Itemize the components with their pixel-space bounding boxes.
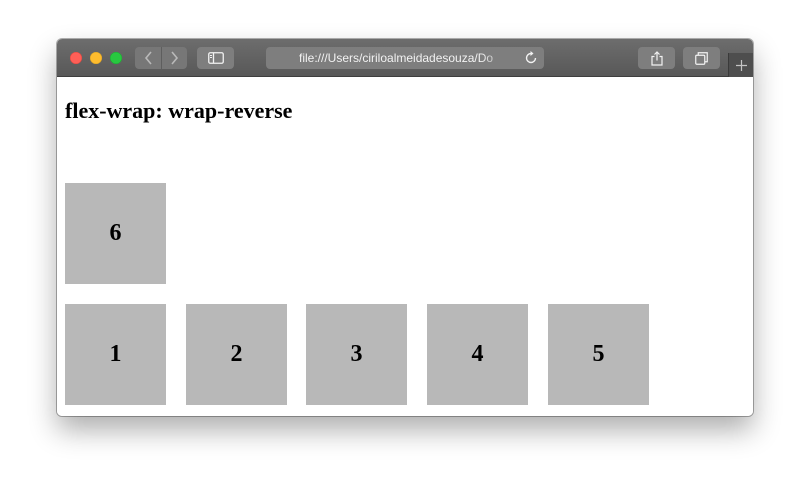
browser-window: file:///Users/ciriloalmeidadesouza/Do fl… <box>57 39 753 416</box>
new-tab-button[interactable] <box>728 53 753 77</box>
zoom-window-button[interactable] <box>110 52 122 64</box>
sidebar-button[interactable] <box>197 47 234 69</box>
flex-item-1: 1 <box>65 304 166 405</box>
tabs-overview-icon <box>695 51 708 65</box>
flex-item-3: 3 <box>306 304 407 405</box>
sidebar-icon <box>207 52 224 64</box>
minimize-window-button[interactable] <box>90 52 102 64</box>
plus-icon <box>735 59 747 71</box>
address-bar[interactable]: file:///Users/ciriloalmeidadesouza/Do <box>266 47 544 69</box>
browser-toolbar: file:///Users/ciriloalmeidadesouza/Do <box>57 39 753 77</box>
back-button[interactable] <box>135 47 161 69</box>
back-icon <box>144 51 152 65</box>
flex-item-4: 4 <box>427 304 528 405</box>
flex-item-6: 6 <box>65 183 166 284</box>
forward-icon <box>171 51 179 65</box>
url-text: file:///Users/ciriloalmeidadesouza/Do <box>299 51 494 65</box>
forward-button[interactable] <box>161 47 187 69</box>
reload-icon[interactable] <box>524 51 538 65</box>
share-button[interactable] <box>638 47 675 69</box>
flex-item-2: 2 <box>186 304 287 405</box>
page-heading: flex-wrap: wrap-reverse <box>65 98 293 123</box>
page-content: flex-wrap: wrap-reverse 6 1 2 3 4 5 <box>57 77 753 416</box>
navigation-buttons <box>135 47 187 69</box>
tabs-overview-button[interactable] <box>683 47 720 69</box>
close-window-button[interactable] <box>70 52 82 64</box>
share-icon <box>650 50 663 66</box>
flex-item-5: 5 <box>548 304 649 405</box>
